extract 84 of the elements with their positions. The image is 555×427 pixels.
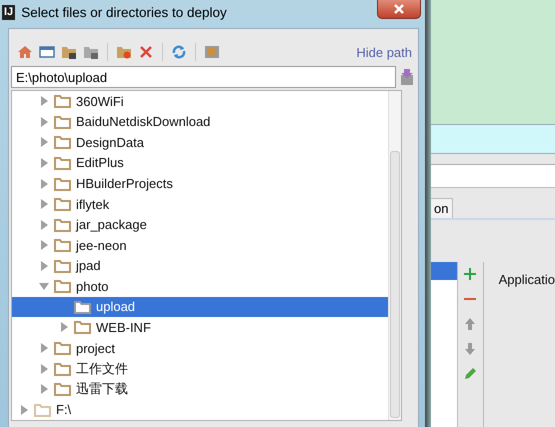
- folder-icon[interactable]: [83, 44, 99, 60]
- tree-row[interactable]: HBuilderProjects: [12, 173, 388, 194]
- folder-name: project: [76, 340, 116, 356]
- expand-arrow-icon[interactable]: [39, 116, 49, 127]
- grid-icon[interactable]: [204, 44, 220, 60]
- tree-row[interactable]: EditPlus: [12, 152, 388, 174]
- folder-name: 迅雷下载: [76, 380, 128, 398]
- folder-name: 工作文件: [76, 360, 128, 378]
- folder-name: WEB-INF: [96, 320, 151, 335]
- close-icon: [393, 4, 405, 14]
- tab[interactable]: on: [431, 198, 454, 218]
- collapse-arrow-icon[interactable]: [39, 281, 49, 292]
- folder-icon[interactable]: [61, 44, 77, 60]
- expand-arrow-icon[interactable]: [39, 260, 49, 271]
- folder-name: jpad: [76, 258, 101, 274]
- path-field[interactable]: E:\photo\upload: [11, 66, 396, 88]
- folder-name: EditPlus: [76, 155, 124, 170]
- close-button[interactable]: [377, 0, 421, 19]
- expand-arrow-icon[interactable]: [19, 404, 29, 415]
- app-logo: IJ: [2, 5, 16, 20]
- tree-row[interactable]: jpad: [12, 256, 388, 276]
- folder-name: jar_package: [76, 217, 147, 232]
- expand-arrow-icon[interactable]: [39, 137, 49, 148]
- download-icon[interactable]: [400, 68, 414, 86]
- folder-icon: [54, 362, 71, 376]
- tree-row[interactable]: upload: [12, 296, 388, 318]
- tree-row[interactable]: DesignData: [12, 132, 388, 153]
- folder-name: iflytek: [76, 196, 110, 212]
- folder-icon: [54, 156, 71, 170]
- folder-icon: [54, 94, 71, 108]
- folder-name: BaiduNetdiskDownload: [76, 114, 210, 130]
- desktop-icon[interactable]: [39, 44, 55, 60]
- folder-icon: [54, 135, 71, 150]
- window-title: Select files or directories to deploy: [21, 5, 227, 20]
- expand-arrow-icon[interactable]: [39, 158, 49, 168]
- tree-row[interactable]: jee-neon: [12, 234, 388, 256]
- tree-row[interactable]: photo: [12, 276, 388, 297]
- field-label: Applicatio: [498, 272, 555, 289]
- folder-icon: [54, 382, 71, 396]
- expand-arrow-icon[interactable]: [39, 220, 49, 230]
- tree-row[interactable]: BaiduNetdiskDownload: [12, 112, 388, 132]
- expand-arrow-icon[interactable]: [39, 96, 49, 106]
- folder-icon: [34, 402, 51, 417]
- expand-arrow-icon[interactable]: [39, 178, 49, 189]
- tree-row[interactable]: 360WiFi: [12, 91, 388, 112]
- folder-icon: [74, 320, 91, 334]
- tree-row[interactable]: iflytek: [12, 194, 388, 214]
- tree-row[interactable]: F:\: [12, 399, 388, 420]
- folder-name: DesignData: [76, 134, 144, 150]
- folder-name: HBuilderProjects: [76, 176, 173, 192]
- tree-row[interactable]: 工作文件: [12, 358, 388, 379]
- tree-row[interactable]: WEB-INF: [12, 317, 388, 338]
- expand-arrow-icon[interactable]: [39, 199, 49, 210]
- refresh-icon[interactable]: [171, 44, 187, 60]
- expand-arrow-icon[interactable]: [59, 322, 69, 332]
- folder-icon: [74, 300, 91, 314]
- plus-icon[interactable]: [462, 266, 478, 282]
- folder-icon: [54, 279, 71, 294]
- folder-icon: [54, 341, 71, 356]
- tree-row[interactable]: project: [12, 338, 388, 358]
- hide-path-link[interactable]: Hide path: [356, 44, 412, 60]
- folder-icon: [54, 176, 71, 191]
- scrollbar-thumb[interactable]: [390, 151, 400, 418]
- pencil-icon[interactable]: [462, 366, 478, 382]
- text-field[interactable]: [431, 164, 555, 188]
- folder-icon: [54, 197, 71, 212]
- expand-arrow-icon[interactable]: [39, 343, 49, 354]
- delete-icon[interactable]: [138, 44, 154, 60]
- new-folder-icon[interactable]: [116, 44, 132, 60]
- folder-name: F:\: [56, 402, 72, 418]
- folder-name: photo: [76, 278, 109, 294]
- tree-row[interactable]: 迅雷下载: [12, 378, 388, 400]
- folder-icon: [54, 218, 71, 232]
- folder-icon: [54, 114, 71, 129]
- folder-icon: [54, 258, 71, 273]
- expand-arrow-icon[interactable]: [39, 240, 49, 250]
- folder-name: 360WiFi: [76, 94, 124, 109]
- tree-row[interactable]: jar_package: [12, 214, 388, 235]
- expand-arrow-icon[interactable]: [39, 384, 49, 394]
- home-icon[interactable]: [17, 44, 33, 60]
- folder-name: jee-neon: [76, 238, 127, 253]
- expand-arrow-icon[interactable]: [39, 364, 49, 374]
- folder-name: upload: [96, 299, 136, 314]
- folder-icon: [54, 238, 71, 252]
